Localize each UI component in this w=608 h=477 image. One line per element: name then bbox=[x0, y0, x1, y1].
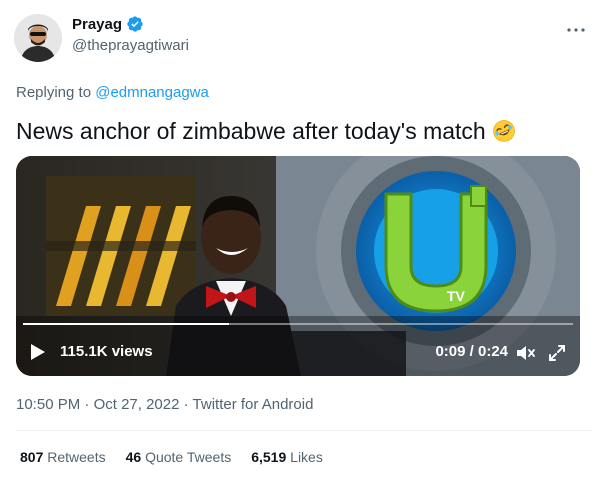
retweets-label: Retweets bbox=[47, 449, 106, 465]
quote-tweets-stat[interactable]: 46 Quote Tweets bbox=[126, 449, 232, 465]
video-progress-bar[interactable] bbox=[23, 323, 573, 325]
tweet-card: Prayag @theprayagtiwari Replying to @edm… bbox=[0, 0, 608, 477]
video-controls: 115.1K views 0:09 / 0:24 bbox=[16, 338, 580, 368]
meta-separator: · bbox=[183, 396, 189, 413]
verified-badge-icon bbox=[127, 16, 143, 32]
video-logo-text: TV bbox=[447, 288, 466, 304]
video-progress-fill bbox=[23, 323, 230, 325]
likes-stat[interactable]: 6,519 Likes bbox=[251, 449, 323, 465]
tweet-text-content: News anchor of zimbabwe after today's ma… bbox=[16, 118, 486, 144]
replying-to-label: Replying to bbox=[16, 84, 92, 101]
likes-count: 6,519 bbox=[251, 449, 287, 465]
play-icon[interactable] bbox=[30, 343, 46, 361]
author-handle[interactable]: @theprayagtiwari bbox=[72, 37, 189, 54]
retweets-count: 807 bbox=[20, 449, 44, 465]
retweets-stat[interactable]: 807 Retweets bbox=[20, 449, 106, 465]
tweet-time[interactable]: 10:50 PM bbox=[16, 396, 80, 413]
more-options-icon[interactable] bbox=[564, 18, 588, 42]
tweet-source[interactable]: Twitter for Android bbox=[193, 396, 314, 413]
avatar[interactable] bbox=[14, 14, 62, 62]
author-name[interactable]: Prayag bbox=[72, 16, 122, 33]
video-player[interactable]: TV 115.1K views 0:09 / 0:24 bbox=[16, 156, 580, 376]
mute-icon[interactable] bbox=[516, 344, 536, 362]
rolling-laughing-emoji-icon bbox=[492, 120, 515, 142]
tweet-date[interactable]: Oct 27, 2022 bbox=[94, 396, 180, 413]
tweet-meta: 10:50 PM · Oct 27, 2022 · Twitter for An… bbox=[16, 396, 313, 413]
divider bbox=[16, 430, 592, 431]
replying-to-link[interactable]: @edmnangagwa bbox=[95, 84, 209, 101]
replying-to: Replying to @edmnangagwa bbox=[16, 84, 209, 101]
quote-tweets-label: Quote Tweets bbox=[145, 449, 232, 465]
tweet-stats: 807 Retweets 46 Quote Tweets 6,519 Likes bbox=[20, 449, 323, 465]
author-name-row: Prayag bbox=[72, 15, 144, 33]
video-views: 115.1K views bbox=[60, 343, 153, 360]
fullscreen-icon[interactable] bbox=[548, 344, 566, 362]
likes-label: Likes bbox=[290, 449, 323, 465]
tweet-text: News anchor of zimbabwe after today's ma… bbox=[16, 117, 516, 145]
quote-tweets-count: 46 bbox=[125, 449, 142, 465]
meta-separator: · bbox=[84, 396, 90, 413]
video-time: 0:09 / 0:24 bbox=[435, 343, 508, 360]
